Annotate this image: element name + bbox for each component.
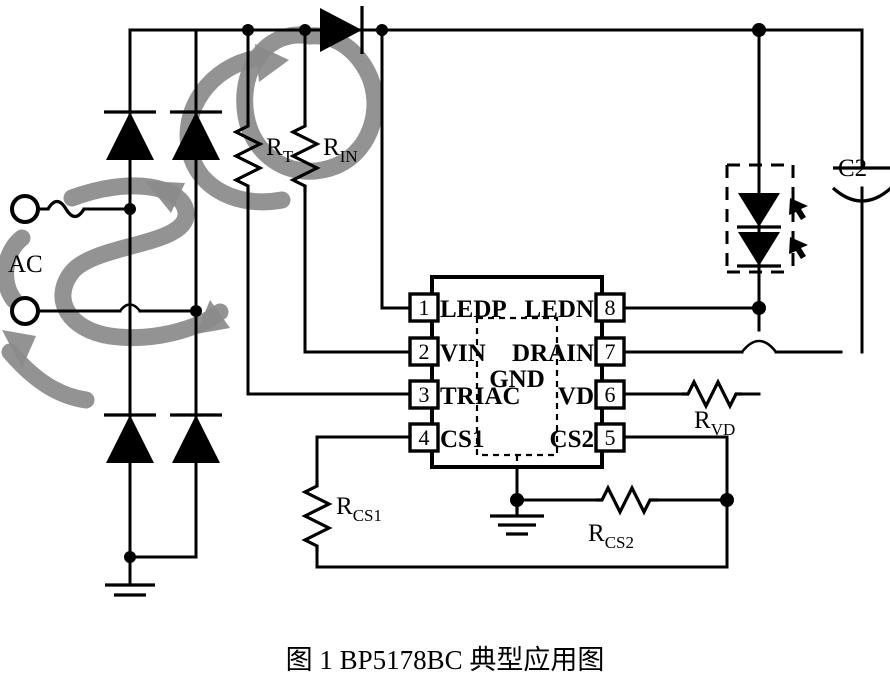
pin-number-5: 5: [605, 425, 616, 450]
diode-d1: [104, 110, 156, 160]
pin-label-ledp: LEDP: [440, 296, 507, 323]
pin-number-3: 3: [419, 382, 430, 407]
pin-label-vd: VD: [558, 383, 594, 410]
resistor-rcs1: [301, 480, 333, 552]
label-rvd: RVD: [694, 407, 735, 439]
resistor-rcs2-branch: [515, 484, 734, 516]
pin-number-6: 6: [605, 382, 616, 407]
led-module: [725, 23, 808, 332]
figure-container: 1 2 3 4 8 7 6 5 LEDP VIN TRIAC CS1 LEDN …: [0, 0, 890, 695]
pin-label-cs2: CS2: [550, 426, 594, 453]
pin-number-2: 2: [419, 339, 430, 364]
label-c2: C2: [838, 155, 867, 182]
label-rt-sub: T: [283, 147, 294, 166]
resistor-rcs2: [596, 484, 658, 516]
drain-branch: [622, 339, 843, 354]
watermark: [0, 26, 384, 409]
pin-label-drain: DRAIN: [512, 340, 594, 367]
ground-symbol-bridge: [105, 583, 155, 597]
label-rin-sub: IN: [340, 147, 358, 166]
diode-d3: [104, 413, 156, 463]
vd-branch: [622, 378, 761, 410]
label-rcs1-sub: CS1: [353, 506, 382, 525]
capacitor-c2-branch: [831, 28, 890, 354]
pin-label-vin: VIN: [440, 340, 486, 367]
resistor-rvd: [682, 378, 742, 410]
circuit-schematic: 1 2 3 4 8 7 6 5 LEDP VIN TRIAC CS1 LEDN …: [0, 6, 890, 597]
label-rcs1: RCS1: [336, 493, 382, 525]
label-rcs2-sub: CS2: [605, 533, 634, 552]
led-2: [737, 232, 808, 268]
pin-label-cs1: CS1: [440, 426, 484, 453]
label-rcs2: RCS2: [588, 520, 634, 552]
pin-number-8: 8: [605, 295, 616, 320]
pin-number-1: 1: [419, 295, 430, 320]
label-rvd-sub: VD: [711, 420, 736, 439]
ledp-branch: [380, 28, 414, 310]
ledn-branch: [622, 301, 766, 315]
pin-label-ledn: LEDN: [525, 296, 594, 323]
pin-number-4: 4: [419, 425, 430, 450]
label-ac: AC: [8, 251, 43, 278]
resistor-rin: [289, 120, 321, 192]
diode-d4: [170, 413, 222, 463]
figure-caption: 图 1 BP5178BC 典型应用图: [285, 645, 605, 675]
led-1: [737, 193, 808, 229]
diode-d2: [170, 110, 222, 160]
resistor-rin-branch: [289, 24, 414, 354]
pin-number-7: 7: [605, 339, 616, 364]
ic-center-label: GND: [489, 366, 545, 393]
